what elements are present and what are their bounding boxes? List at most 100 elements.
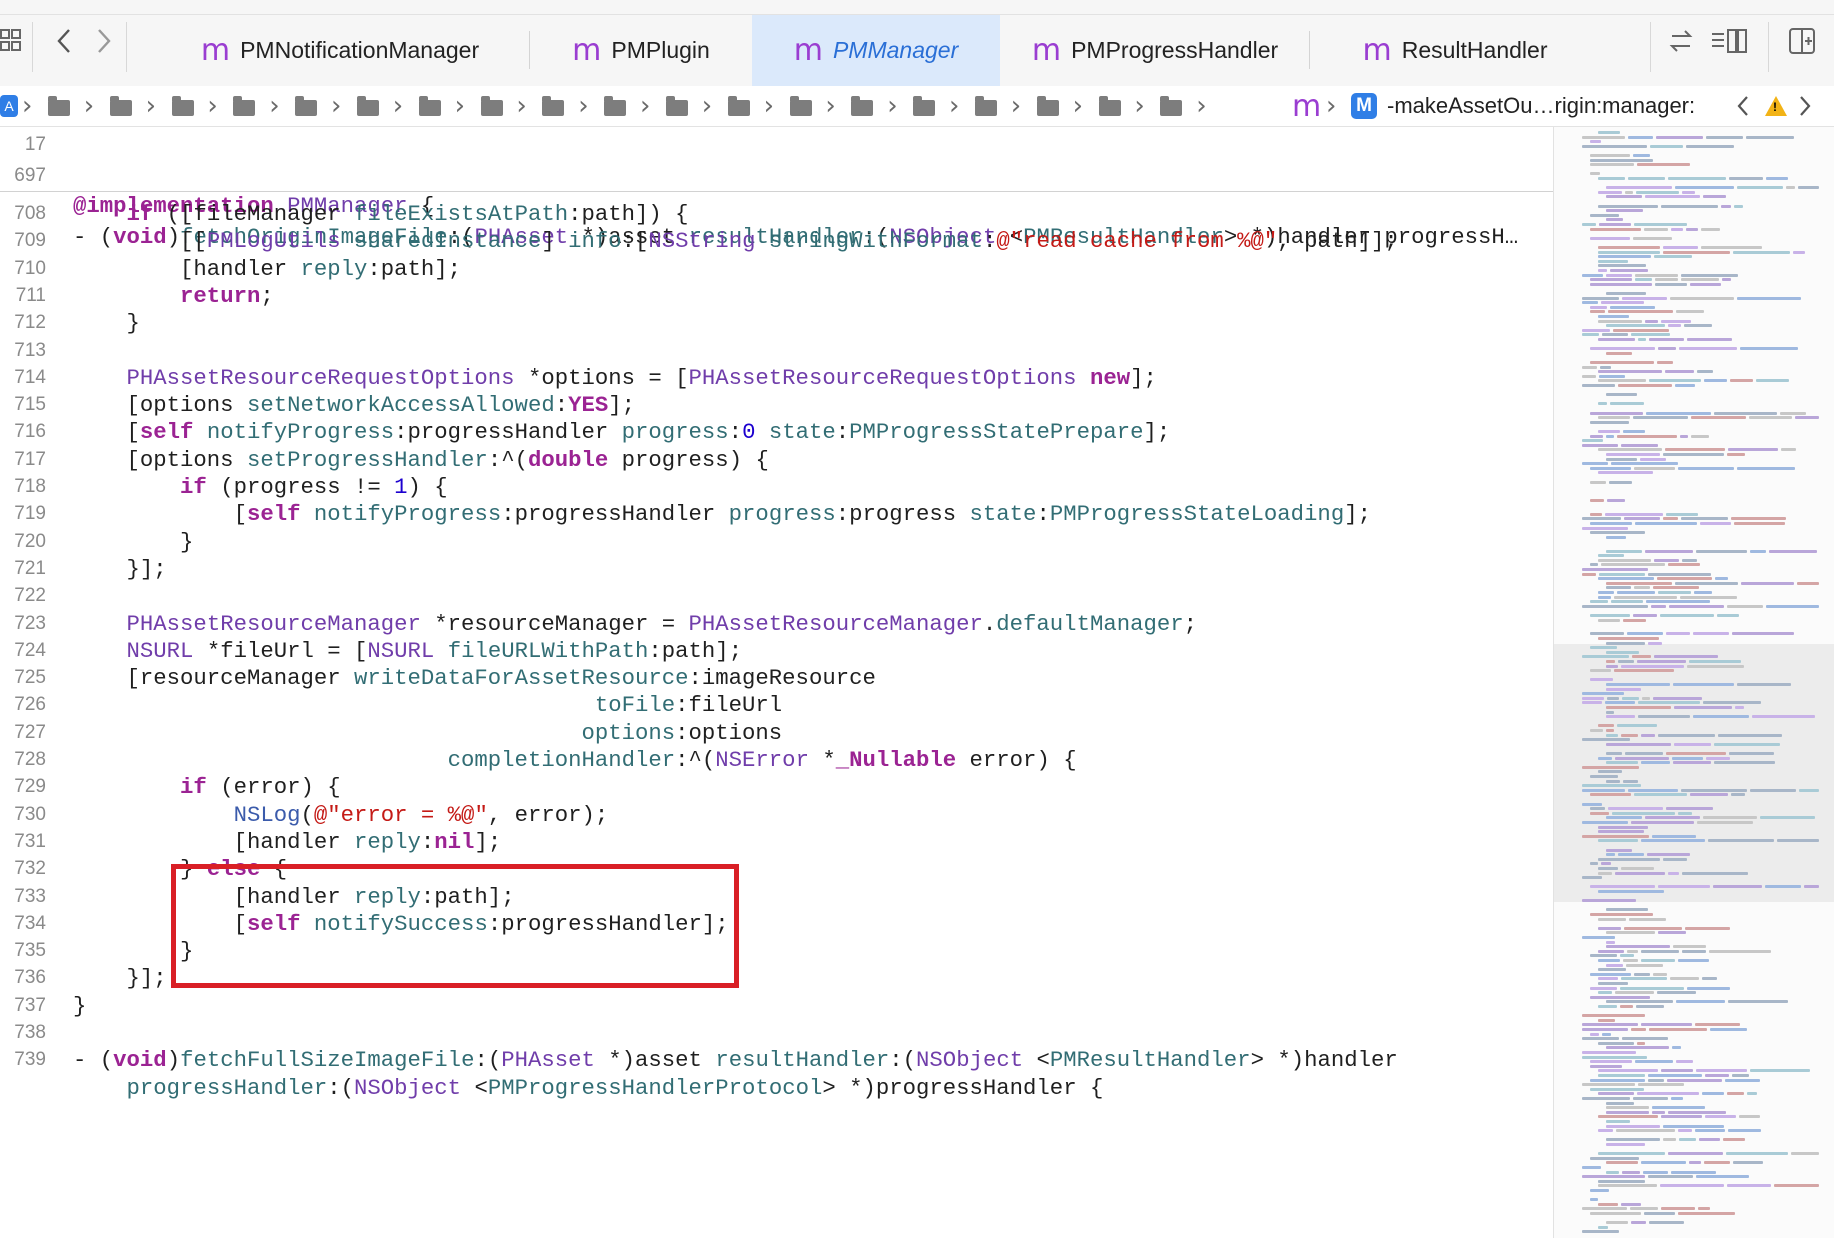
add-editor-icon[interactable] bbox=[1785, 26, 1819, 64]
folder-icon bbox=[233, 96, 256, 116]
folder-icon bbox=[1160, 96, 1183, 116]
minimap-code-mark bbox=[1598, 1005, 1617, 1008]
chevron-right-icon: › bbox=[1326, 91, 1337, 121]
minimap-code-mark bbox=[1746, 135, 1794, 139]
code-line[interactable]: progressHandler:(NSObject <PMProgressHan… bbox=[0, 1072, 1553, 1104]
minimap-code-mark bbox=[1598, 591, 1614, 594]
minimap-code-mark bbox=[1582, 1097, 1630, 1100]
minimap-code-mark bbox=[1590, 1060, 1632, 1064]
forward-icon[interactable] bbox=[90, 26, 118, 64]
breadcrumb-folder[interactable] bbox=[1036, 86, 1059, 126]
minimap-code-mark bbox=[1644, 1212, 1675, 1215]
minimap-code-mark bbox=[1621, 733, 1638, 737]
minimap-code-mark bbox=[1741, 581, 1794, 585]
breadcrumb-folder[interactable] bbox=[233, 86, 256, 126]
breadcrumb-folder[interactable] bbox=[604, 86, 627, 126]
minimap-code-mark bbox=[1641, 839, 1705, 843]
minimap-code-mark bbox=[1590, 678, 1613, 682]
source-editor[interactable]: 17 @implementation PMManager { 697 - (vo… bbox=[0, 127, 1553, 1238]
grid-icon[interactable] bbox=[0, 26, 22, 64]
editor-layout-icon[interactable] bbox=[1710, 26, 1750, 64]
minimap-code-mark bbox=[1713, 885, 1762, 889]
minimap-code-mark bbox=[1703, 816, 1757, 820]
minimap-code-mark bbox=[1671, 227, 1683, 231]
breadcrumb-folder[interactable] bbox=[975, 86, 997, 126]
minimap-code-mark bbox=[1687, 338, 1732, 341]
breadcrumb-method[interactable]: M -makeAssetOu…rigin:manager: bbox=[1351, 86, 1695, 126]
minimap-code-mark bbox=[1598, 577, 1654, 581]
tab-pmplugin[interactable]: m PMPlugin bbox=[530, 15, 752, 86]
minimap-code-mark bbox=[1606, 848, 1632, 852]
minimap-code-mark bbox=[1732, 1074, 1749, 1077]
breadcrumb-folder[interactable] bbox=[542, 86, 565, 126]
breadcrumb-folder[interactable] bbox=[171, 86, 194, 126]
minimap-code-mark bbox=[1598, 1041, 1634, 1045]
minimap-code-mark bbox=[1676, 310, 1704, 314]
minimap-code-mark bbox=[1676, 1060, 1693, 1064]
minimap-code-mark bbox=[1721, 204, 1731, 208]
minimap-code-mark bbox=[1641, 1023, 1692, 1027]
minimap-code-mark bbox=[1582, 701, 1602, 705]
minimap-code-mark bbox=[1666, 512, 1698, 516]
breadcrumb-folder[interactable] bbox=[1098, 86, 1121, 126]
minimap-code-mark bbox=[1670, 296, 1734, 300]
minimap-code-mark bbox=[1598, 756, 1612, 760]
warning-icon[interactable]: ! bbox=[1765, 86, 1787, 126]
breadcrumb-file[interactable]: m bbox=[1292, 86, 1321, 126]
tab-pmmanager[interactable]: m PMManager bbox=[752, 15, 1000, 86]
next-issue-icon[interactable] bbox=[1797, 86, 1813, 126]
minimap-code-mark bbox=[1695, 1129, 1725, 1133]
minimap-code-mark bbox=[1582, 1083, 1635, 1087]
minimap-code-mark bbox=[1599, 572, 1645, 576]
sticky-header-implementation[interactable]: 17 @implementation PMManager { bbox=[0, 129, 1553, 219]
sticky-header-method[interactable]: 697 - (void)fetchOriginImageFile:(PHAsse… bbox=[0, 160, 1553, 250]
minimap-code-mark bbox=[1679, 347, 1737, 351]
breadcrumb-folder[interactable] bbox=[913, 86, 936, 126]
project-icon[interactable]: A bbox=[0, 86, 18, 126]
minimap-code-mark bbox=[1606, 1124, 1660, 1128]
minimap-code-mark bbox=[1663, 1138, 1676, 1142]
minimap-code-mark bbox=[1769, 549, 1817, 553]
minimap-code-mark bbox=[1756, 379, 1789, 383]
minimap-code-mark bbox=[1687, 664, 1744, 668]
minimap-code-mark bbox=[1615, 756, 1669, 760]
minimap-code-mark bbox=[1628, 177, 1665, 180]
chevron-right-icon: › bbox=[392, 91, 404, 121]
breadcrumb-folder[interactable] bbox=[727, 86, 750, 126]
breadcrumb-folder[interactable] bbox=[789, 86, 812, 126]
breadcrumb-folder[interactable] bbox=[851, 86, 874, 126]
breadcrumb-folder[interactable] bbox=[480, 86, 503, 126]
minimap-code-mark bbox=[1668, 177, 1726, 180]
breadcrumb-folder[interactable] bbox=[48, 86, 70, 126]
minimap-code-mark bbox=[1590, 347, 1655, 351]
tab-pmnotificationmanager[interactable]: m PMNotificationManager bbox=[150, 15, 530, 86]
breadcrumb-folder[interactable] bbox=[666, 86, 688, 126]
minimap-code-mark bbox=[1582, 296, 1619, 300]
minimap-code-mark bbox=[1657, 991, 1696, 995]
breadcrumb-folder[interactable] bbox=[418, 86, 441, 126]
breadcrumb-folder[interactable] bbox=[109, 86, 132, 126]
tab-pmprogresshandler[interactable]: m PMProgressHandler bbox=[1000, 15, 1310, 86]
minimap-code-mark bbox=[1733, 250, 1790, 254]
previous-issue-icon[interactable] bbox=[1735, 86, 1751, 126]
minimap-code-mark bbox=[1739, 1115, 1760, 1119]
back-icon[interactable] bbox=[50, 26, 78, 64]
minimap-code-mark bbox=[1606, 434, 1614, 438]
minimap-code-mark bbox=[1598, 871, 1612, 875]
swap-icon[interactable] bbox=[1664, 26, 1698, 64]
breadcrumb-folder[interactable] bbox=[357, 86, 379, 126]
code-text: progressHandler:(NSObject <PMProgressHan… bbox=[126, 1074, 1104, 1101]
minimap-code-mark bbox=[1590, 163, 1634, 167]
minimap-code-mark bbox=[1689, 660, 1741, 663]
breadcrumb-folder[interactable] bbox=[295, 86, 318, 126]
minimap-code-mark bbox=[1606, 742, 1671, 746]
minimap-code-mark bbox=[1590, 278, 1632, 282]
minimap-code-mark bbox=[1734, 204, 1743, 208]
tab-label: PMManager bbox=[832, 37, 959, 63]
breadcrumb-folder[interactable] bbox=[1160, 86, 1183, 126]
minimap-code-mark bbox=[1656, 135, 1703, 139]
minimap-code-mark bbox=[1681, 278, 1719, 282]
tab-resulthandler[interactable]: m ResultHandler bbox=[1310, 15, 1600, 86]
minimap-code-mark bbox=[1673, 683, 1734, 686]
minimap[interactable] bbox=[1553, 127, 1834, 1238]
